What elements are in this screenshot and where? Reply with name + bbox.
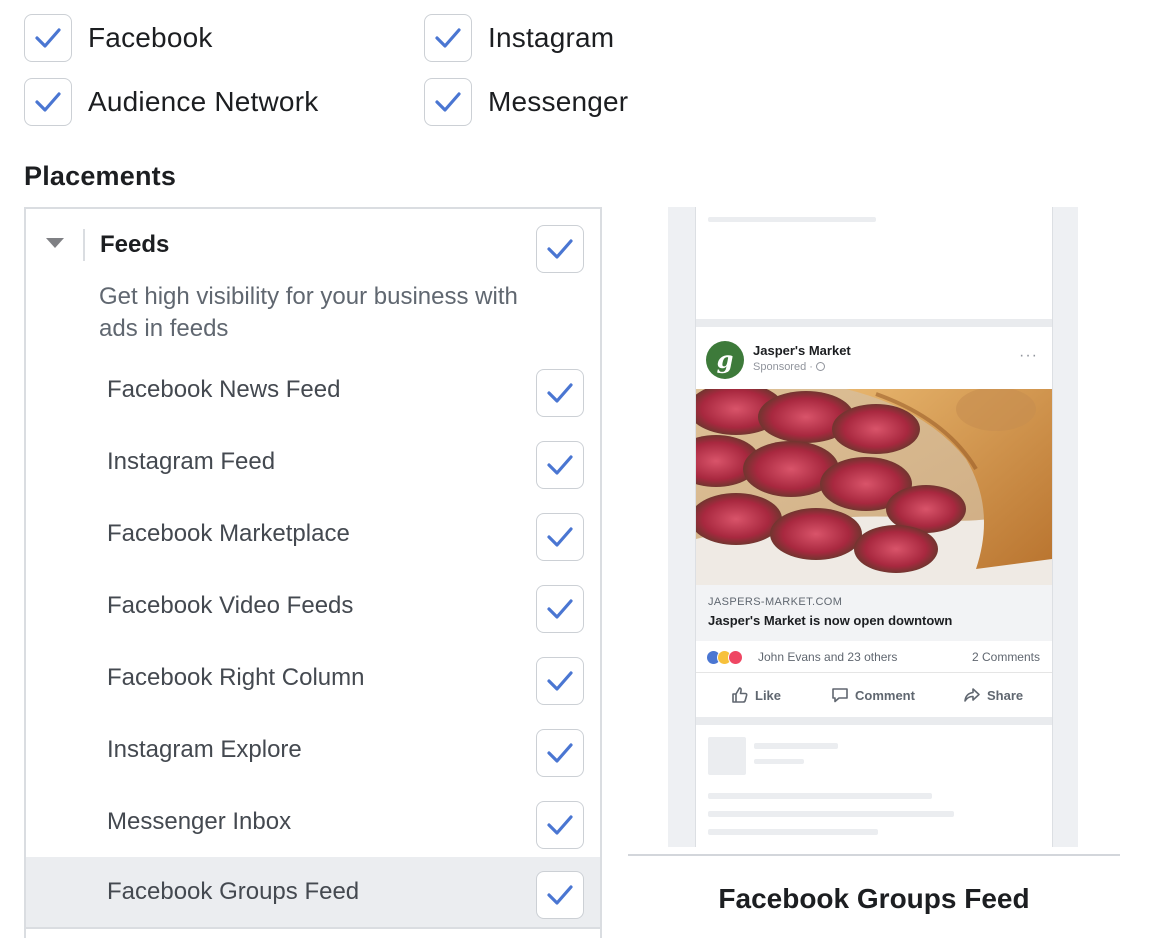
checkmark-icon (547, 671, 573, 691)
page-avatar: g (706, 341, 744, 379)
ad-preview-phone: g Jasper's Market Sponsored · ··· JASPER… (668, 207, 1078, 847)
globe-icon (816, 362, 825, 371)
checkmark-icon (547, 527, 573, 547)
placement-label: Instagram Explore (107, 736, 302, 763)
placement-row-messenger-inbox[interactable]: Messenger Inbox (26, 785, 600, 857)
link-preview[interactable]: JASPERS-MARKET.COM Jasper's Market is no… (696, 585, 1052, 641)
placement-row-facebook-news-feed[interactable]: Facebook News Feed (26, 353, 600, 425)
placement-label: Facebook News Feed (107, 376, 341, 403)
placeholder-post (696, 725, 1052, 847)
placement-row-instagram-explore[interactable]: Instagram Explore (26, 713, 600, 785)
comment-icon (832, 688, 848, 703)
placement-checkbox[interactable] (536, 369, 584, 417)
placement-checkbox[interactable] (536, 657, 584, 705)
checkmark-icon (35, 92, 61, 112)
placement-label: Instagram Feed (107, 448, 276, 475)
ad-post: g Jasper's Market Sponsored · ··· JASPER… (696, 327, 1052, 717)
placement-checkbox[interactable] (536, 729, 584, 777)
post-actions: Like Comment Share (696, 673, 1052, 717)
sponsored-label: Sponsored · (753, 361, 825, 373)
checkmark-icon (547, 455, 573, 475)
placement-checkbox[interactable] (536, 801, 584, 849)
checkmark-icon (547, 885, 573, 905)
instagram-checkbox[interactable] (424, 14, 472, 62)
skeleton-line (754, 743, 838, 749)
placement-checkbox[interactable] (536, 441, 584, 489)
skeleton-line (708, 793, 932, 799)
placement-row-facebook-video-feeds[interactable]: Facebook Video Feeds (26, 569, 600, 641)
placeholder-post (696, 207, 1052, 319)
placement-label: Messenger Inbox (107, 808, 292, 835)
link-headline: Jasper's Market is now open downtown (708, 613, 953, 628)
page-name: Jasper's Market (753, 343, 851, 358)
link-domain: JASPERS-MARKET.COM (708, 596, 843, 608)
facebook-label: Facebook (88, 22, 213, 53)
placement-checkbox[interactable] (536, 871, 584, 919)
skeleton-line (754, 759, 804, 764)
more-options-icon[interactable]: ··· (1019, 347, 1038, 365)
instagram-label: Instagram (488, 22, 615, 53)
phone-screen: g Jasper's Market Sponsored · ··· JASPER… (696, 207, 1052, 847)
thumbs-up-icon (732, 687, 748, 703)
phone-frame-right (1052, 207, 1078, 847)
checkmark-icon (547, 743, 573, 763)
skeleton-line (708, 811, 954, 817)
skeleton-line (708, 829, 878, 835)
placements-panel: Feeds Get high visibility for your busin… (24, 207, 602, 938)
love-reaction-icon (728, 650, 743, 665)
messenger-checkbox[interactable] (424, 78, 472, 126)
placement-label: Facebook Video Feeds (107, 592, 354, 619)
skeleton-line (708, 217, 876, 222)
placement-checkbox[interactable] (536, 585, 584, 633)
feeds-group-description: Get high visibility for your business wi… (99, 283, 518, 342)
placement-row-facebook-marketplace[interactable]: Facebook Marketplace (26, 497, 600, 569)
skeleton-avatar (708, 737, 746, 775)
placement-row-instagram-feed[interactable]: Instagram Feed (26, 425, 600, 497)
share-icon (964, 688, 980, 702)
facebook-checkbox[interactable] (24, 14, 72, 62)
comment-button[interactable]: Comment (830, 685, 915, 705)
feeds-group-checkbox[interactable] (536, 225, 584, 273)
like-button[interactable]: Like (730, 685, 781, 705)
comments-count[interactable]: 2 Comments (972, 650, 1040, 664)
checkmark-icon (35, 28, 61, 48)
divider (83, 229, 85, 261)
placements-title: Placements (24, 161, 177, 191)
share-button[interactable]: Share (962, 685, 1023, 705)
messenger-label: Messenger (488, 86, 629, 117)
placement-row-facebook-groups-feed[interactable]: Facebook Groups Feed (26, 857, 600, 929)
divider (26, 927, 600, 929)
checkmark-icon (435, 28, 461, 48)
checkmark-icon (435, 92, 461, 112)
ad-image-fig-tart (696, 389, 1052, 585)
checkmark-icon (547, 815, 573, 835)
placement-label: Facebook Marketplace (107, 520, 350, 547)
audience-network-checkbox[interactable] (24, 78, 72, 126)
checkmark-icon (547, 239, 573, 259)
checkmark-icon (547, 599, 573, 619)
collapse-caret-icon[interactable] (46, 238, 64, 248)
reactions-bar: John Evans and 23 others 2 Comments (696, 641, 1052, 673)
audience-network-label: Audience Network (88, 86, 319, 117)
placement-label: Facebook Groups Feed (107, 878, 360, 905)
placement-label: Facebook Right Column (107, 664, 365, 691)
reaction-icons (706, 650, 754, 666)
phone-frame-left (668, 207, 696, 847)
checkmark-icon (547, 383, 573, 403)
preview-caption: Facebook Groups Feed (718, 883, 1030, 914)
feeds-group-header: Feeds (26, 209, 600, 289)
placement-checkbox[interactable] (536, 513, 584, 561)
reactions-summary[interactable]: John Evans and 23 others (758, 650, 897, 664)
preview-divider (628, 854, 1120, 856)
feeds-group-title: Feeds (100, 231, 170, 258)
placement-row-facebook-right-column[interactable]: Facebook Right Column (26, 641, 600, 713)
